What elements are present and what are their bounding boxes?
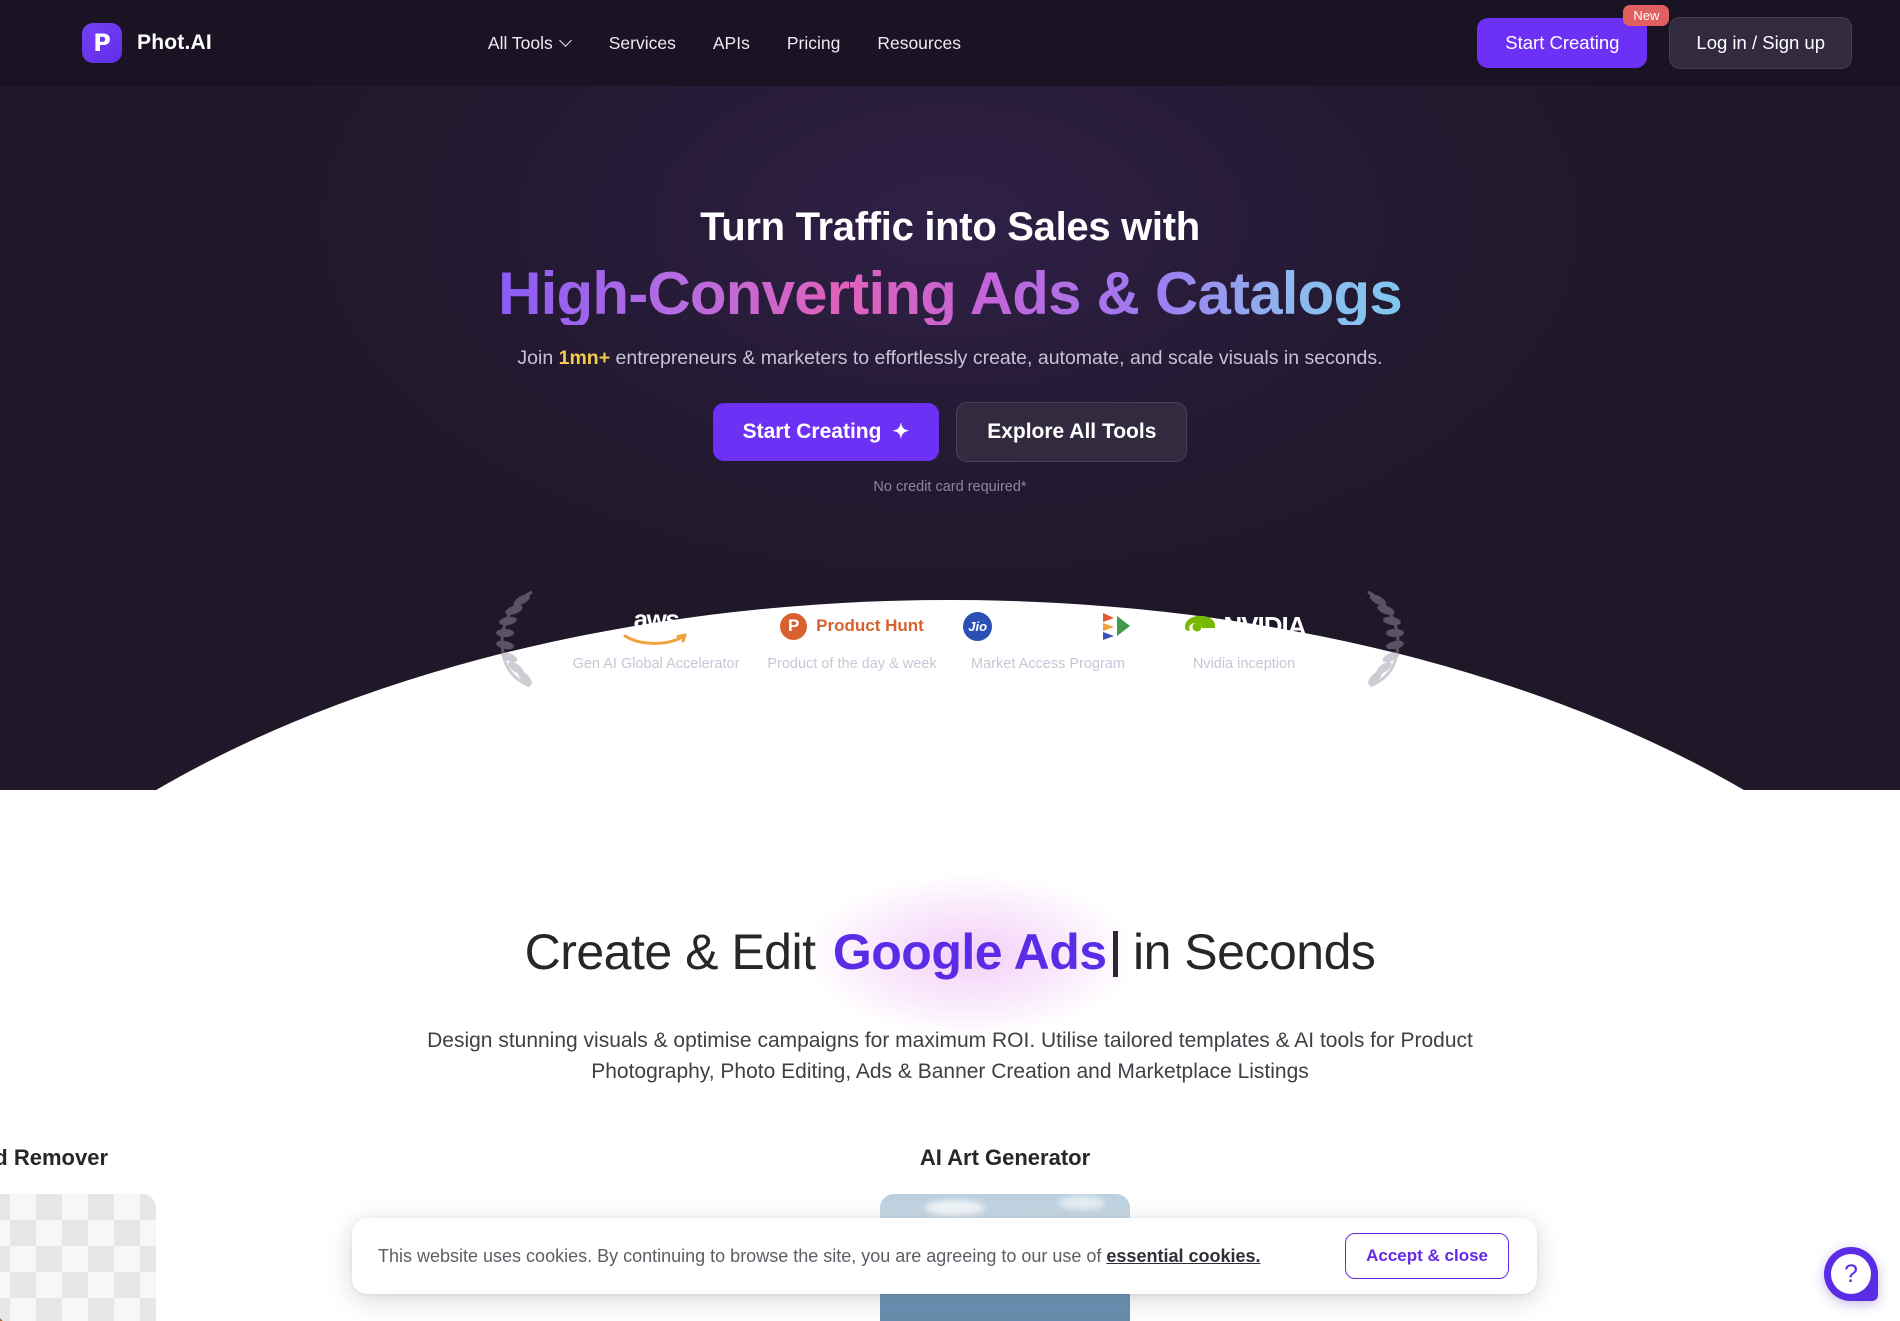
section-title-suffix: in Seconds <box>1119 924 1376 980</box>
badge-caption: Product of the day & week <box>767 656 937 672</box>
product-hunt-logo-text: Product Hunt <box>816 616 924 635</box>
site-header: P Phot.AI All Tools Services APIs Pricin… <box>0 0 1900 86</box>
laurel-wreath-right-icon <box>1367 590 1404 688</box>
nav-item-pricing[interactable]: Pricing <box>787 33 841 54</box>
header-actions: Start Creating New Log in / Sign up <box>1477 5 1852 69</box>
explore-all-tools-button[interactable]: Explore All Tools <box>956 402 1188 462</box>
tool-card-title: AI Art Generator <box>919 1145 1091 1170</box>
nvidia-logo: NVIDIA <box>1146 604 1342 648</box>
chevron-down-icon <box>561 36 572 47</box>
cookie-consent-banner: This website uses cookies. By continuing… <box>352 1218 1537 1294</box>
badge-jio-gennext: Jio GENNEXT Market Access Program <box>950 604 1146 672</box>
hero-cta-group: Start Creating ✦ Explore All Tools <box>0 402 1900 462</box>
hero-headline-line1: Turn Traffic into Sales with <box>700 205 1200 249</box>
hero-subtitle: Join 1mn+ entrepreneurs & marketers to e… <box>0 347 1900 370</box>
background-remover-preview: ✦ <box>0 1194 156 1321</box>
hero-headline-line2: High-Converting Ads & Catalogs <box>498 260 1403 327</box>
badge-caption: Gen AI Global Accelerator <box>572 656 740 672</box>
header-start-creating-label: Start Creating <box>1505 32 1620 53</box>
section-title-highlight: Google Ads <box>832 924 1107 980</box>
transparency-checker-pattern <box>0 1194 156 1321</box>
badge-aws: aws Gen AI Global Accelerator <box>558 604 754 672</box>
aws-logo: aws <box>558 604 754 648</box>
section-description: Design stunning visuals & optimise campa… <box>427 1029 1473 1084</box>
hero-subtitle-prefix: Join <box>517 347 559 369</box>
nvidia-eye-icon <box>1185 615 1216 632</box>
jio-gennext-logo: Jio GENNEXT <box>950 604 1146 648</box>
partner-badges-row: aws Gen AI Global Accelerator P Product … <box>492 588 1408 688</box>
product-hunt-mark-icon: P <box>780 612 808 640</box>
tools-section: Create & Edit Google Ads in Seconds Desi… <box>0 790 1900 1087</box>
cookie-text: This website uses cookies. By continuing… <box>378 1246 1261 1267</box>
hero-start-creating-label: Start Creating <box>742 420 882 443</box>
sparkle-icon: ✦ <box>892 421 910 443</box>
new-badge: New <box>1623 5 1670 26</box>
brand-name: Phot.AI <box>137 31 212 54</box>
hero-subtitle-suffix: entrepreneurs & marketers to effortlessl… <box>610 347 1383 369</box>
accept-and-close-button[interactable]: Accept & close <box>1345 1233 1509 1279</box>
header-start-creating-button[interactable]: Start Creating New <box>1477 5 1670 68</box>
nvidia-logo-text: NVIDIA <box>1223 610 1306 641</box>
cookie-text-prefix: This website uses cookies. By continuing… <box>378 1245 1107 1266</box>
badge-product-hunt: P Product Hunt Product of the day & week <box>754 604 950 672</box>
brand-logo-group[interactable]: P Phot.AI <box>82 23 212 63</box>
no-credit-card-note: No credit card required* <box>873 479 1027 495</box>
hero-subtitle-highlight: 1mn+ <box>558 347 611 369</box>
help-widget-button[interactable]: ? <box>1824 1247 1878 1301</box>
badge-nvidia: NVIDIA Nvidia inception <box>1146 604 1342 672</box>
nav-item-services[interactable]: Services <box>609 33 676 54</box>
aws-swoosh-icon <box>623 633 687 645</box>
laurel-wreath-left-icon <box>496 590 533 688</box>
nav-item-apis[interactable]: APIs <box>713 33 750 54</box>
product-hunt-logo: P Product Hunt <box>754 604 950 648</box>
tool-card-title: ound Remover <box>0 1145 109 1170</box>
badge-caption: Nvidia inception <box>1192 656 1296 672</box>
typing-caret-icon <box>1112 931 1118 977</box>
nav-item-all-tools[interactable]: All Tools <box>488 33 572 54</box>
gennext-arrows-icon <box>1102 613 1130 640</box>
aws-logo-text: aws <box>633 604 680 634</box>
phot-ai-landing-page: P Phot.AI All Tools Services APIs Pricin… <box>0 0 1900 1321</box>
phot-ai-logo-icon: P <box>82 23 122 63</box>
main-nav: All Tools Services APIs Pricing Resource… <box>488 33 961 54</box>
badge-caption: Market Access Program <box>971 656 1125 672</box>
gennext-logo-text: GENNEXT <box>999 615 1094 636</box>
essential-cookies-link[interactable]: essential cookies. <box>1106 1246 1260 1266</box>
hero-start-creating-button[interactable]: Start Creating ✦ <box>712 403 940 461</box>
tool-card-background-remover[interactable]: ound Remover ✦ <box>0 1145 156 1321</box>
nav-item-label: All Tools <box>487 32 553 53</box>
login-signup-button[interactable]: Log in / Sign up <box>1669 17 1852 69</box>
help-question-icon: ? <box>1831 1254 1871 1294</box>
badge-set: aws Gen AI Global Accelerator P Product … <box>538 604 1362 672</box>
nav-item-resources[interactable]: Resources <box>877 33 961 54</box>
section-title-highlight-wrap: Google Ads <box>806 875 1133 1035</box>
jio-mark-icon: Jio <box>963 611 993 641</box>
section-title-prefix: Create & Edit <box>524 924 829 980</box>
section-title: Create & Edit Google Ads in Seconds <box>0 875 1900 1035</box>
